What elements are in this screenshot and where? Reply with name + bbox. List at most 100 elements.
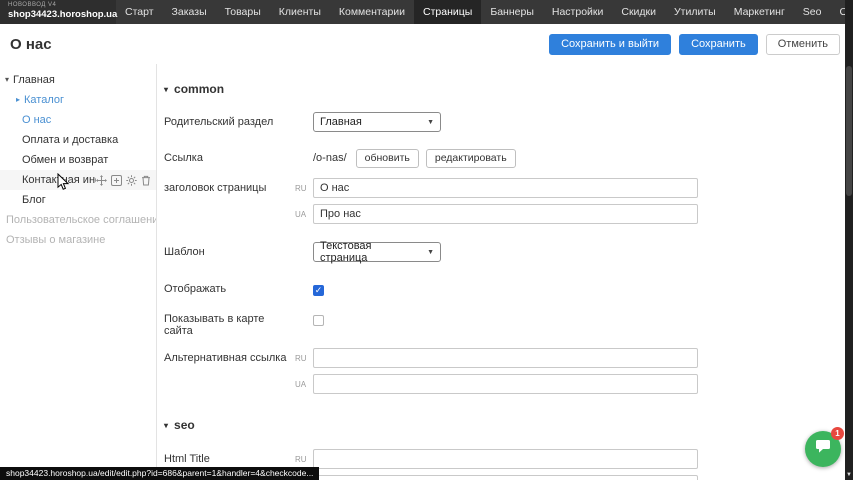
menu-settings[interactable]: Настройки	[543, 0, 613, 24]
parent-section-select[interactable]: Главная ▼	[313, 112, 441, 132]
chevron-down-icon: ▼	[427, 249, 434, 256]
edit-link-button[interactable]: редактировать	[426, 149, 516, 168]
section-seo[interactable]: ▾ seo	[164, 418, 845, 432]
menu-marketing[interactable]: Маркетинг	[725, 0, 794, 24]
tree-item-store-reviews[interactable]: Отзывы о магазине	[0, 230, 156, 250]
tree-item-home[interactable]: ▾ Главная	[0, 70, 156, 90]
field-display: Отображать ✓	[164, 282, 845, 296]
field-label: Показывать в карте сайта	[164, 312, 295, 337]
field-label: Альтернативная ссылка	[164, 348, 295, 364]
html-title-ua-input[interactable]	[313, 475, 698, 480]
brand-domain: shop34423.horoshop.ua	[8, 9, 108, 20]
menu-orders[interactable]: Заказы	[163, 0, 216, 24]
menu-seo[interactable]: Seo	[794, 0, 831, 24]
chevron-down-icon: ▼	[427, 119, 434, 126]
tree-item-user-agreement[interactable]: Пользовательское соглашение	[0, 210, 156, 230]
save-and-exit-button[interactable]: Сохранить и выйти	[549, 34, 671, 55]
chat-unread-badge: 1	[831, 427, 844, 440]
html-title-ru-input[interactable]	[313, 449, 698, 469]
save-button[interactable]: Сохранить	[679, 34, 758, 55]
menu-comments[interactable]: Комментарии	[330, 0, 414, 24]
link-value: /o-nas/	[313, 152, 347, 164]
vertical-scrollbar[interactable]: ▼	[845, 0, 853, 480]
page-edit-form: ▾ common Родительский раздел Главная ▼ С…	[158, 64, 845, 480]
field-page-title: заголовок страницы RU UA	[164, 178, 845, 224]
field-label-text: Html Title	[164, 453, 295, 465]
field-template: Шаблон Текстовая страница ▼	[164, 242, 845, 262]
field-label: Шаблон	[164, 242, 295, 258]
tree-item-label: О нас	[22, 114, 51, 126]
collapse-icon: ▾	[164, 421, 168, 430]
chat-widget-button[interactable]: 1	[805, 431, 841, 467]
refresh-link-button[interactable]: обновить	[356, 149, 419, 168]
app-window: НОВОВВОД V4 shop34423.horoshop.ua Старт …	[0, 0, 853, 480]
alt-link-ua-input[interactable]	[313, 374, 698, 394]
field-link: Ссылка /o-nas/ обновить редактировать	[164, 148, 845, 168]
page-title-ua-input[interactable]	[313, 204, 698, 224]
tree-item-label: Обмен и возврат	[22, 154, 108, 166]
tree-item-label: Оплата и доставка	[22, 134, 118, 146]
brand[interactable]: НОВОВВОД V4 shop34423.horoshop.ua	[0, 0, 116, 24]
section-seo-title: seo	[174, 418, 195, 432]
status-bar-link-preview: shop34423.horoshop.ua/edit/edit.php?id=6…	[0, 467, 319, 480]
tree-item-exchange-return[interactable]: Обмен и возврат	[0, 150, 156, 170]
lang-tag-ua: UA	[295, 380, 313, 389]
template-select[interactable]: Текстовая страница ▼	[313, 242, 441, 262]
lang-tag-ru: RU	[295, 354, 313, 363]
move-icon[interactable]	[96, 175, 107, 186]
cancel-button[interactable]: Отменить	[766, 34, 840, 55]
lang-tag-ua: UA	[295, 210, 313, 219]
topbar: НОВОВВОД V4 shop34423.horoshop.ua Старт …	[0, 0, 853, 24]
alt-link-ru-input[interactable]	[313, 348, 698, 368]
page-header: О нас Сохранить и выйти Сохранить Отмени…	[0, 24, 845, 64]
tree-item-contacts[interactable]: Контактная информ	[0, 170, 156, 190]
field-label: Отображать	[164, 282, 295, 295]
settings-icon[interactable]	[126, 175, 137, 186]
section-common[interactable]: ▾ common	[164, 82, 845, 96]
menu-clients[interactable]: Клиенты	[270, 0, 330, 24]
display-checkbox[interactable]: ✓	[313, 285, 324, 296]
chat-bubble-icon	[814, 439, 832, 460]
section-common-title: common	[174, 82, 224, 96]
selected-value: Главная	[320, 116, 362, 128]
pages-tree-sidebar: ▾ Главная ▸ Каталог О нас Оплата и доста…	[0, 64, 157, 480]
header-actions: Сохранить и выйти Сохранить Отменить	[549, 34, 840, 55]
selected-value: Текстовая страница	[320, 240, 421, 264]
expand-icon[interactable]: ▸	[16, 90, 20, 110]
add-icon[interactable]	[111, 175, 122, 186]
field-sitemap: Показывать в карте сайта	[164, 312, 845, 337]
field-label: Родительский раздел	[164, 112, 295, 128]
field-label: Ссылка	[164, 148, 295, 164]
scrollbar-thumb[interactable]	[846, 66, 852, 196]
menu-banners[interactable]: Баннеры	[481, 0, 543, 24]
tree-item-label: Пользовательское соглашение	[6, 214, 156, 226]
check-icon: ✓	[315, 286, 323, 295]
page-title-ru-input[interactable]	[313, 178, 698, 198]
menu-start[interactable]: Старт	[116, 0, 163, 24]
tree-item-about[interactable]: О нас	[0, 110, 156, 130]
tree-item-blog[interactable]: Блог	[0, 190, 156, 210]
collapse-icon[interactable]: ▾	[5, 70, 9, 90]
menu-products[interactable]: Товары	[216, 0, 270, 24]
page-title: О нас	[10, 36, 52, 53]
tree-item-catalog[interactable]: ▸ Каталог	[0, 90, 156, 110]
lang-tag-ru: RU	[295, 184, 313, 193]
tree-item-label: Главная	[13, 74, 55, 86]
tree-item-payment-delivery[interactable]: Оплата и доставка	[0, 130, 156, 150]
tree-item-label: Каталог	[24, 94, 64, 106]
collapse-icon: ▾	[164, 85, 168, 94]
sitemap-checkbox[interactable]	[313, 315, 324, 326]
menu-pages[interactable]: Страницы	[414, 0, 481, 24]
lang-tag-ru: RU	[295, 455, 313, 464]
tree-item-actions	[96, 170, 151, 190]
menu-discounts[interactable]: Скидки	[612, 0, 665, 24]
tree-item-label: Блог	[22, 194, 46, 206]
top-menu: Старт Заказы Товары Клиенты Комментарии …	[116, 0, 853, 24]
field-label: заголовок страницы	[164, 178, 295, 194]
field-parent-section: Родительский раздел Главная ▼	[164, 112, 845, 132]
field-alt-link: Альтернативная ссылка RU UA	[164, 348, 845, 394]
tree-item-label: Отзывы о магазине	[6, 234, 105, 246]
menu-utilities[interactable]: Утилиты	[665, 0, 725, 24]
scroll-down-icon[interactable]: ▼	[845, 471, 853, 479]
delete-icon[interactable]	[141, 175, 151, 186]
